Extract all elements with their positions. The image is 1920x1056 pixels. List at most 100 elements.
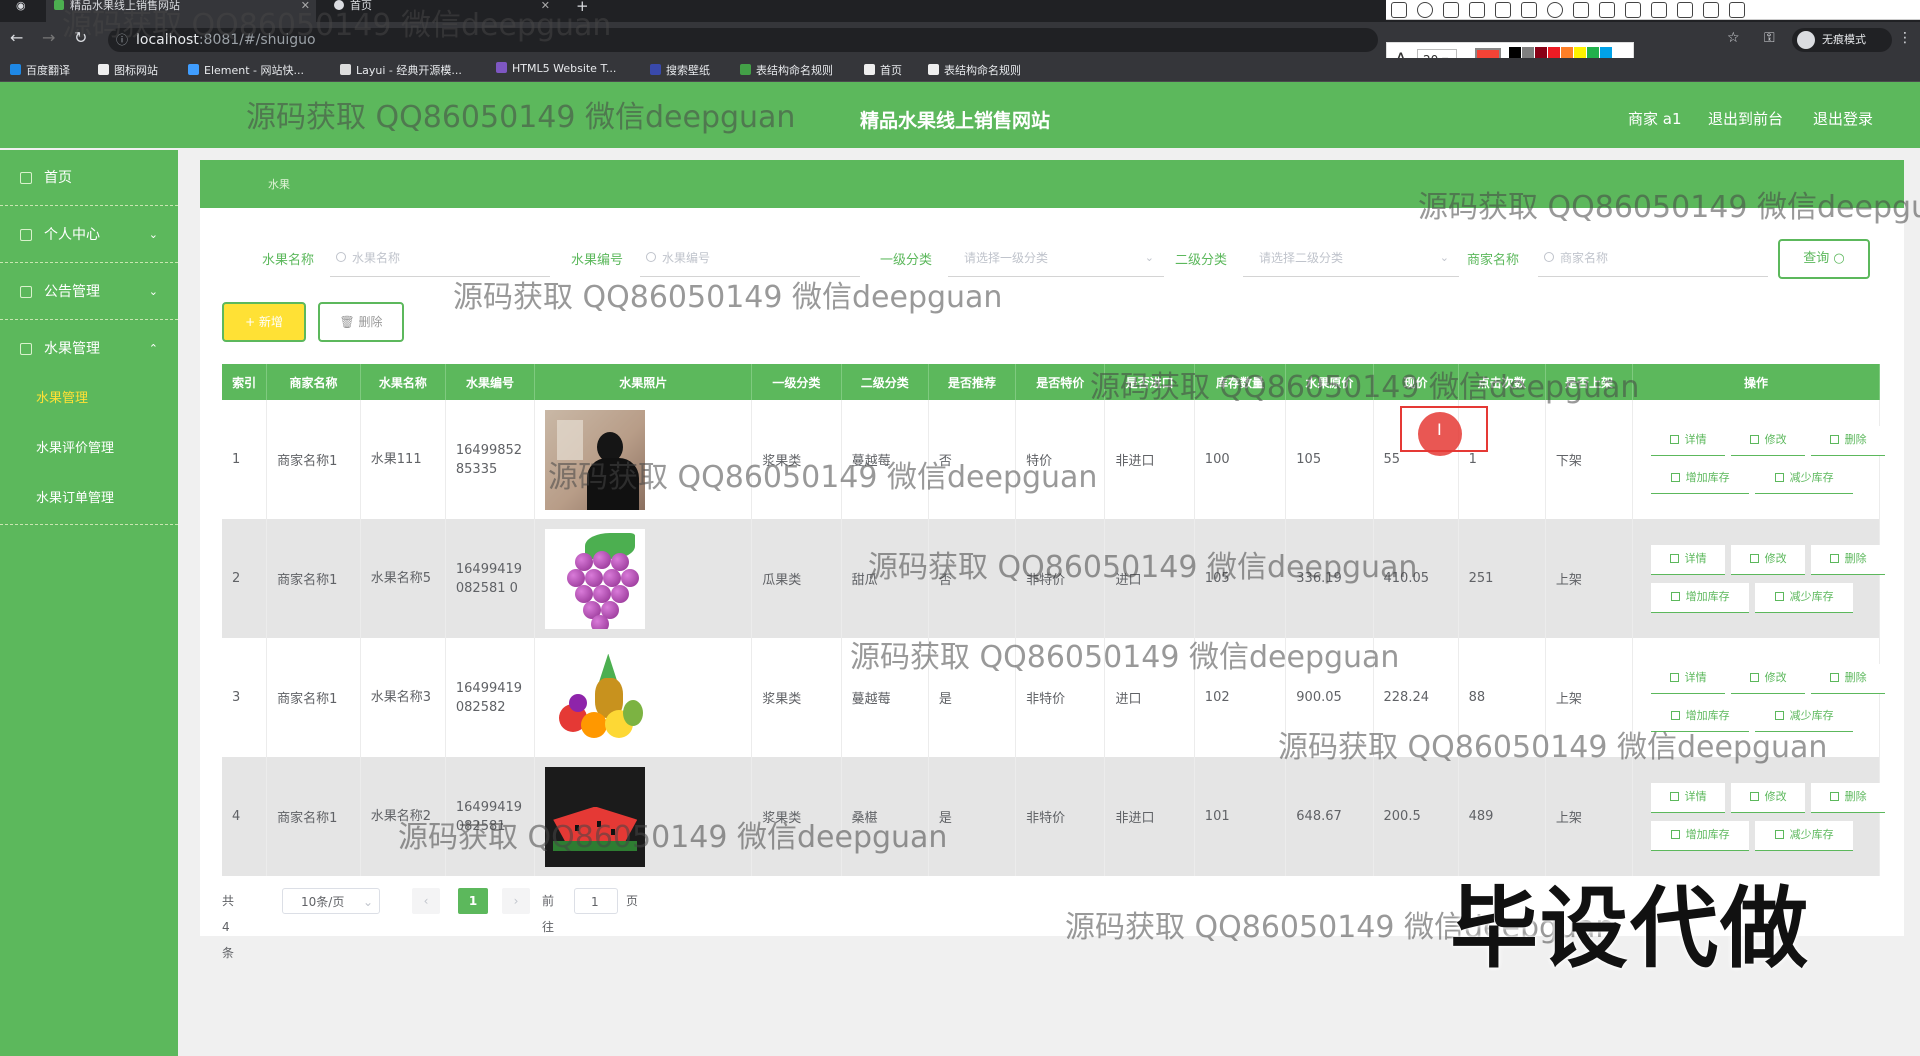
bulb-icon <box>1774 829 1784 839</box>
column-header: 商家名称 <box>266 364 361 400</box>
next-page-button[interactable]: › <box>502 888 530 914</box>
browser-menu-icon[interactable]: ◉ <box>8 0 26 22</box>
save-icon[interactable] <box>1651 2 1667 18</box>
sidebar-sub-fruit-review[interactable]: 水果评价管理 <box>0 424 178 474</box>
bookmark-html5[interactable]: HTML5 Website T... <box>496 62 616 75</box>
rect-tool-icon[interactable] <box>1391 2 1407 18</box>
bookmark-home[interactable]: 首页 <box>864 62 902 78</box>
bookmark-wallpaper[interactable]: 搜索壁纸 <box>650 62 710 78</box>
bookmark-favicon-icon <box>650 64 661 75</box>
sidebar-item-notice[interactable]: 公告管理 ⌄ <box>0 264 178 320</box>
cell-merchant: 商家名称1 <box>266 519 361 638</box>
exit-to-front-link[interactable]: 退出到前台 <box>1708 108 1783 129</box>
circle-tool-icon[interactable] <box>1417 2 1433 18</box>
pin-icon[interactable] <box>1625 2 1641 18</box>
sidebar-item-fruit[interactable]: 水果管理 ⌃ <box>0 321 178 377</box>
cell-on_shelf: 下架 <box>1545 400 1634 519</box>
delete-button[interactable]: 删除 <box>1811 663 1886 694</box>
add-stock-button[interactable]: 增加库存 <box>1651 820 1750 851</box>
bulb-icon <box>1670 829 1680 839</box>
page-1-button[interactable]: 1 <box>458 888 488 914</box>
bulb-icon <box>1774 472 1784 482</box>
watermark: 源码获取 QQ86050149 微信deepguan <box>1278 730 1828 765</box>
detail-button[interactable]: 详情 <box>1651 782 1726 813</box>
prev-page-button[interactable]: ‹ <box>412 888 440 914</box>
detail-button[interactable]: 详情 <box>1651 425 1726 456</box>
annotation-toolbar <box>1386 0 1920 20</box>
sidebar-sub-fruit-orders[interactable]: 水果订单管理 <box>0 474 178 524</box>
marker-tool-icon[interactable] <box>1495 2 1511 18</box>
bookmark-table-naming[interactable]: 表结构命名规则 <box>740 62 833 78</box>
logout-link[interactable]: 退出登录 <box>1813 108 1873 129</box>
column-header: 水果编号 <box>445 364 536 400</box>
chevron-down-icon: ⌄ <box>1144 251 1154 264</box>
category2-select[interactable]: 请选择二级分类 ⌄ <box>1243 239 1459 277</box>
reduce-stock-button[interactable]: 减少库存 <box>1755 820 1854 851</box>
chevron-down-icon: ⌄ <box>1439 251 1449 264</box>
cell-image <box>534 519 753 638</box>
watermark: 源码获取 QQ86050149 微信deepguan <box>453 280 1003 315</box>
goto-page-input[interactable]: 1 <box>574 888 618 914</box>
watermark: 源码获取 QQ86050149 微信deepguan <box>246 100 796 135</box>
key-icon[interactable]: ⚿ <box>1764 30 1775 46</box>
add-stock-button[interactable]: 增加库存 <box>1651 463 1750 494</box>
bookmark-table-naming-2[interactable]: 表结构命名规则 <box>928 62 1021 78</box>
detail-button[interactable]: 详情 <box>1651 663 1726 694</box>
redo-icon[interactable] <box>1599 2 1615 18</box>
cell-index: 2 <box>222 519 268 638</box>
copy-icon[interactable] <box>1677 2 1693 18</box>
add-stock-button[interactable]: 增加库存 <box>1651 582 1750 613</box>
bookmark-icon-site[interactable]: 图标网站 <box>98 62 158 78</box>
delete-button[interactable]: 删除 <box>1811 782 1886 813</box>
pencil-icon <box>1749 553 1759 563</box>
back-icon[interactable]: ← <box>10 30 23 46</box>
text-cursor-icon: I <box>1437 420 1442 439</box>
arrow-tool-icon[interactable] <box>1443 2 1459 18</box>
reduce-stock-button[interactable]: 减少库存 <box>1755 582 1854 613</box>
sidebar-sub-fruit-manage[interactable]: 水果管理 <box>0 374 178 424</box>
sidebar-item-personal[interactable]: 个人中心 ⌄ <box>0 207 178 263</box>
edit-button[interactable]: 修改 <box>1731 544 1806 575</box>
text-tool-icon[interactable] <box>1521 2 1537 18</box>
row-actions: 详情 修改 删除增加库存 减少库存 <box>1643 420 1886 500</box>
filter-label-cat2: 二级分类 <box>1175 253 1228 268</box>
current-user: 商家 a1 <box>1628 110 1682 128</box>
pen-tool-icon[interactable] <box>1469 2 1485 18</box>
bookmark-layui[interactable]: Layui - 经典开源模... <box>340 62 462 78</box>
cell-clicks: 251 <box>1458 519 1546 638</box>
cell-name: 水果111 <box>360 400 446 519</box>
confirm-icon[interactable] <box>1729 2 1745 18</box>
edit-button[interactable]: 修改 <box>1731 782 1806 813</box>
star-icon[interactable]: ☆ <box>1727 30 1740 46</box>
batch-delete-button[interactable]: 🗑 删除 <box>318 302 404 342</box>
undo-icon[interactable] <box>1573 2 1589 18</box>
bookmark-baidu-translate[interactable]: 百度翻译 <box>10 62 70 78</box>
column-header: 水果名称 <box>360 364 446 400</box>
delete-button[interactable]: 删除 <box>1811 425 1886 456</box>
browser-more-icon[interactable]: ⋮ <box>1898 30 1912 46</box>
cell-name: 水果名称3 <box>360 638 446 757</box>
edit-button[interactable]: 修改 <box>1731 663 1806 694</box>
bookmark-element[interactable]: Element - 网站快... <box>188 62 304 78</box>
merchant-name-input[interactable]: 商家名称 <box>1538 239 1768 277</box>
reduce-stock-button[interactable]: 减少库存 <box>1755 463 1854 494</box>
sidebar-item-home[interactable]: 首页 <box>0 150 178 206</box>
edit-button[interactable]: 修改 <box>1731 425 1806 456</box>
detail-button[interactable]: 详情 <box>1651 544 1726 575</box>
cancel-icon[interactable] <box>1703 2 1719 18</box>
forward-icon[interactable]: → <box>42 30 55 46</box>
cell-index: 3 <box>222 638 268 757</box>
page-size-select[interactable]: 10条/页 ⌄ <box>282 888 380 914</box>
incognito-profile[interactable]: 无痕模式 <box>1792 28 1892 52</box>
notice-icon <box>20 286 32 298</box>
bulb-icon <box>1670 472 1680 482</box>
home-icon <box>20 172 32 184</box>
query-button[interactable]: 查询 ○ <box>1778 239 1870 279</box>
cell-orig_price: 105 <box>1285 400 1374 519</box>
add-button[interactable]: + 新增 <box>222 302 306 342</box>
bookmark-favicon-icon <box>740 64 751 75</box>
chevron-down-icon: ⌄ <box>362 895 373 909</box>
delete-button[interactable]: 删除 <box>1811 544 1886 575</box>
number-tool-icon[interactable] <box>1547 2 1563 18</box>
cell-actions: 详情 修改 删除增加库存 减少库存 <box>1632 519 1886 638</box>
